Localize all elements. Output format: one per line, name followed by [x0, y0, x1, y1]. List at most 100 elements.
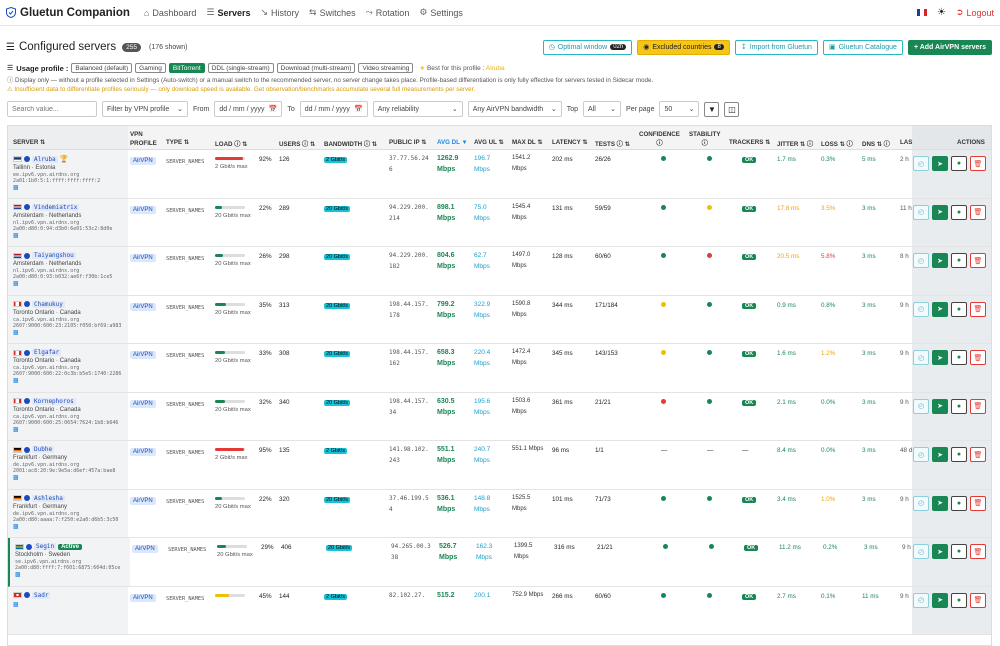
toggle-button[interactable]: ● [951, 592, 967, 608]
benchmark-button[interactable]: ◴ [913, 301, 929, 317]
brand[interactable]: Gluetun Companion [6, 7, 130, 19]
server-name[interactable]: Elgafar [32, 349, 62, 356]
server-name[interactable]: Ashlesha [32, 494, 65, 502]
profile-option-button[interactable]: Download (multi-stream) [276, 63, 356, 73]
bandwidth-select[interactable]: Any AirVPN bandwidth ⌄ [467, 101, 562, 117]
nav-link-history[interactable]: ↘ History [260, 7, 299, 18]
per-page-select[interactable]: 50 ⌄ [659, 101, 700, 117]
table-row[interactable]: Kornephoros Toronto Ontario · Canada ca.… [8, 392, 991, 441]
profile-option-button[interactable]: DDL (single-stream) [207, 63, 274, 73]
toggle-button[interactable]: ● [951, 156, 967, 171]
table-row[interactable]: Sadr ▩ AirVPN SERVER_NAMES 45% 144 2 Gbi… [8, 586, 991, 635]
to-date-input[interactable]: dd / mm / yyyy 📅 [299, 101, 368, 117]
delete-button[interactable]: 🗑 [970, 592, 986, 608]
vpn-profile-select[interactable]: Filter by VPN profile ⌄ [102, 101, 188, 117]
col-public-ip[interactable]: PUBLIC IP ⇅ [389, 139, 426, 146]
nav-link-dashboard[interactable]: ⌂ Dashboard [144, 7, 196, 18]
benchmark-button[interactable]: ◴ [913, 253, 929, 268]
col-type[interactable]: TYPE ⇅ [166, 139, 189, 146]
server-name[interactable]: Segin [34, 543, 57, 550]
table-row[interactable]: Segin Active Stockholm · Sweden se.ipv6.… [8, 538, 991, 587]
col-jitter[interactable]: JITTER ⇅ ⓘ [777, 139, 813, 148]
columns-button[interactable]: ◫ [724, 101, 740, 117]
col-last[interactable]: LAS [900, 139, 912, 146]
col-users[interactable]: USERS ⓘ ⇅ [279, 139, 315, 148]
server-name[interactable]: Kornephoros [32, 397, 76, 405]
table-row[interactable]: Dubhe Frankfurt · Germany de.ipv6.vpn.ai… [8, 441, 991, 490]
server-name[interactable]: Alruba [32, 155, 58, 163]
col-max-dl[interactable]: MAX DL ⇅ [512, 139, 543, 146]
switch-to-button[interactable]: ➤ [932, 253, 948, 268]
benchmark-button[interactable]: ◴ [913, 447, 929, 462]
benchmark-button[interactable]: ◴ [913, 398, 929, 414]
add-airvpn-servers-button[interactable]: + Add AirVPN servers [907, 39, 992, 55]
toggle-button[interactable]: ● [951, 447, 967, 462]
logout-link[interactable]: ➲ Logout [956, 7, 994, 18]
col-trackers[interactable]: TRACKERS ⇅ [729, 139, 770, 146]
col-avg-ul[interactable]: AVG UL ⇅ [474, 139, 504, 146]
toggle-button[interactable]: ● [951, 398, 967, 414]
nav-link-rotation[interactable]: ⤳ Rotation [366, 7, 410, 18]
toggle-button[interactable]: ● [951, 350, 967, 365]
delete-button[interactable]: 🗑 [970, 156, 986, 171]
delete-button[interactable]: 🗑 [970, 253, 986, 268]
benchmark-button[interactable]: ◴ [913, 544, 929, 559]
filter-funnel-button[interactable]: ▼ [704, 101, 720, 117]
reliability-select[interactable]: Any reliability ⌄ [372, 101, 463, 117]
col-latency[interactable]: LATENCY ⇅ [552, 139, 588, 146]
delete-button[interactable]: 🗑 [970, 398, 986, 414]
server-name[interactable]: Chamukuy [32, 300, 65, 308]
col-vpn-profile[interactable]: VPN PROFILE [130, 130, 157, 148]
table-row[interactable]: Taiyangshou Amsterdam · Netherlands nl.i… [8, 247, 991, 296]
toggle-button[interactable]: ● [951, 301, 967, 317]
delete-button[interactable]: 🗑 [970, 204, 986, 220]
french-flag-icon[interactable] [916, 9, 927, 16]
col-loss[interactable]: LOSS ⇅ ⓘ [821, 139, 853, 148]
top-select[interactable]: All ⌄ [583, 101, 622, 117]
delete-button[interactable]: 🗑 [970, 544, 986, 559]
switch-to-button[interactable]: ➤ [932, 447, 948, 462]
search-field[interactable] [7, 101, 97, 117]
switch-to-button[interactable]: ➤ [932, 398, 948, 414]
theme-toggle-icon[interactable]: ☀ [937, 7, 946, 18]
col-confidence[interactable]: CONFIDENCE ⓘ [639, 130, 680, 148]
benchmark-button[interactable]: ◴ [913, 495, 929, 511]
search-input[interactable] [12, 105, 92, 113]
switch-to-button[interactable]: ➤ [932, 301, 948, 317]
profile-option-button[interactable]: BitTorrent [168, 63, 205, 73]
profile-option-button[interactable]: Gaming [135, 63, 166, 73]
table-row[interactable]: Elgafar Toronto Ontario · Canada ca.ipv6… [8, 344, 991, 393]
col-dns[interactable]: DNS ⇅ ⓘ [862, 139, 890, 148]
switch-to-button[interactable]: ➤ [932, 156, 948, 171]
profile-option-button[interactable]: Balanced (default) [71, 63, 133, 73]
table-row[interactable]: Ashlesha Frankfurt · Germany de.ipv6.vpn… [8, 489, 991, 538]
switch-to-button[interactable]: ➤ [932, 204, 948, 220]
col-avg-dl[interactable]: AVG DL ▼ [437, 139, 468, 146]
col-stability[interactable]: STABILITY ⓘ [689, 130, 721, 148]
from-date-input[interactable]: dd / mm / yyyy 📅 [214, 101, 283, 117]
server-name[interactable]: Dubhe [32, 446, 55, 453]
switch-to-button[interactable]: ➤ [932, 592, 948, 608]
toggle-button[interactable]: ● [951, 204, 967, 220]
table-row[interactable]: Chamukuy Toronto Ontario · Canada ca.ipv… [8, 295, 991, 344]
switch-to-button[interactable]: ➤ [932, 350, 948, 365]
nav-link-settings[interactable]: ⚙ Settings [419, 7, 463, 18]
toggle-button[interactable]: ● [951, 544, 967, 559]
profile-option-button[interactable]: Video streaming [358, 63, 414, 73]
switch-to-button[interactable]: ➤ [932, 544, 948, 559]
toggle-button[interactable]: ● [951, 495, 967, 511]
benchmark-button[interactable]: ◴ [913, 350, 929, 365]
excluded-countries-button[interactable]: ◉ Excluded countries 8 [637, 39, 730, 55]
gluetun-catalogue-button[interactable]: ▣ Gluetun Catalogue [822, 39, 903, 55]
toggle-button[interactable]: ● [951, 253, 967, 268]
import-gluetun-button[interactable]: ↧ Import from Gluetun [734, 39, 818, 55]
nav-link-switches[interactable]: ⇆ Switches [309, 7, 356, 18]
table-row[interactable]: Alruba 🏆 Tallinn · Estonia ee.ipv6.vpn.a… [8, 150, 991, 199]
switch-to-button[interactable]: ➤ [932, 495, 948, 511]
benchmark-button[interactable]: ◴ [913, 592, 929, 608]
server-name[interactable]: Vindemiatrix [32, 203, 80, 211]
delete-button[interactable]: 🗑 [970, 447, 986, 462]
benchmark-button[interactable]: ◴ [913, 204, 929, 220]
delete-button[interactable]: 🗑 [970, 301, 986, 317]
server-name[interactable]: Sadr [32, 591, 51, 599]
